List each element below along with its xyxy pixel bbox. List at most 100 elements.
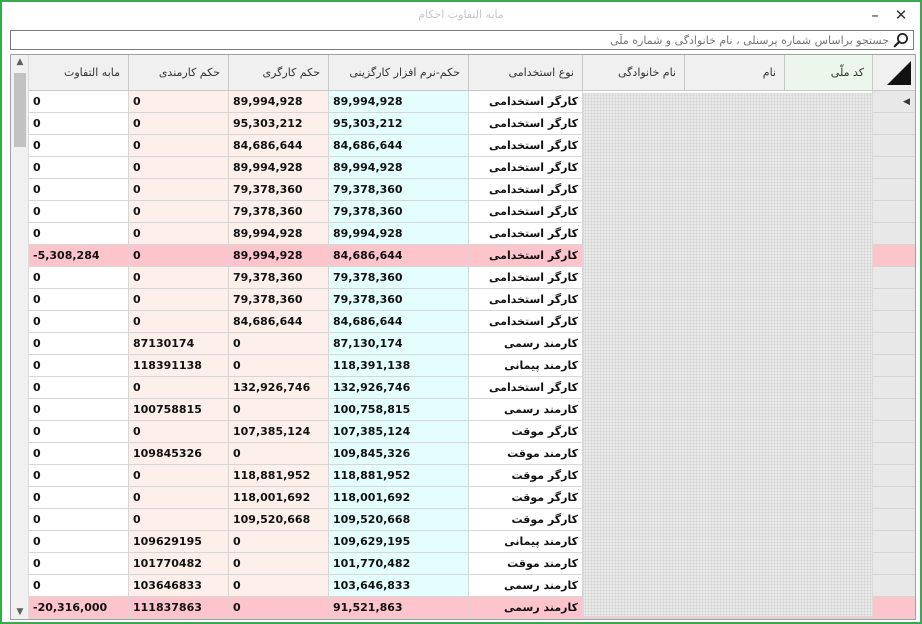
cell-software-ruling[interactable]: 95,303,212 <box>329 113 469 135</box>
cell-software-ruling[interactable]: 79,378,360 <box>329 267 469 289</box>
column-header-worker-ruling[interactable]: حکم کارگری <box>229 55 329 91</box>
row-header[interactable] <box>873 113 915 135</box>
cell-worker-ruling[interactable]: 79,378,360 <box>229 267 329 289</box>
cell-employee-ruling[interactable]: 0 <box>129 311 229 333</box>
cell-software-ruling[interactable]: 79,378,360 <box>329 179 469 201</box>
cell-employment-type[interactable]: کارگر موقت <box>469 421 583 443</box>
cell-difference[interactable]: -20,316,000 <box>29 597 129 619</box>
cell-software-ruling[interactable]: 89,994,928 <box>329 157 469 179</box>
cell-employment-type[interactable]: کارگر استخدامی <box>469 311 583 333</box>
cell-employment-type[interactable]: کارمند موقت <box>469 443 583 465</box>
cell-software-ruling[interactable]: 107,385,124 <box>329 421 469 443</box>
cell-difference[interactable]: 0 <box>29 333 129 355</box>
search-input[interactable] <box>29 31 889 49</box>
cell-employment-type[interactable]: کارمند رسمی <box>469 575 583 597</box>
cell-employee-ruling[interactable]: 0 <box>129 201 229 223</box>
cell-employee-ruling[interactable]: 0 <box>129 465 229 487</box>
cell-difference[interactable]: 0 <box>29 443 129 465</box>
row-header[interactable] <box>873 443 915 465</box>
search-icon[interactable] <box>893 32 909 48</box>
cell-worker-ruling[interactable]: 118,001,692 <box>229 487 329 509</box>
cell-difference[interactable]: 0 <box>29 399 129 421</box>
cell-employee-ruling[interactable]: 0 <box>129 113 229 135</box>
row-header[interactable] <box>873 223 915 245</box>
cell-software-ruling[interactable]: 89,994,928 <box>329 91 469 113</box>
cell-worker-ruling[interactable]: 89,994,928 <box>229 223 329 245</box>
column-header-software-ruling[interactable]: حکم-نرم افزار کارگزینی <box>329 55 469 91</box>
vertical-scrollbar[interactable]: ▲ ▼ <box>11 55 29 619</box>
cell-worker-ruling[interactable]: 0 <box>229 531 329 553</box>
cell-worker-ruling[interactable]: 79,378,360 <box>229 289 329 311</box>
cell-difference[interactable]: 0 <box>29 531 129 553</box>
cell-worker-ruling[interactable]: 0 <box>229 355 329 377</box>
cell-employment-type[interactable]: کارگر استخدامی <box>469 157 583 179</box>
column-header-last-name[interactable]: نام خانوادگی <box>583 55 685 91</box>
cell-software-ruling[interactable]: 91,521,863 <box>329 597 469 619</box>
cell-software-ruling[interactable]: 109,520,668 <box>329 509 469 531</box>
row-header[interactable] <box>873 575 915 597</box>
row-header[interactable] <box>873 267 915 289</box>
cell-software-ruling[interactable]: 118,881,952 <box>329 465 469 487</box>
cell-software-ruling[interactable]: 89,994,928 <box>329 223 469 245</box>
cell-employee-ruling[interactable]: 111837863 <box>129 597 229 619</box>
cell-difference[interactable]: 0 <box>29 223 129 245</box>
column-header-first-name[interactable]: نام <box>685 55 785 91</box>
cell-worker-ruling[interactable]: 89,994,928 <box>229 157 329 179</box>
cell-software-ruling[interactable]: 100,758,815 <box>329 399 469 421</box>
cell-software-ruling[interactable]: 84,686,644 <box>329 245 469 267</box>
cell-difference[interactable]: 0 <box>29 201 129 223</box>
cell-worker-ruling[interactable]: 79,378,360 <box>229 179 329 201</box>
cell-difference[interactable]: 0 <box>29 509 129 531</box>
cell-employee-ruling[interactable]: 0 <box>129 179 229 201</box>
cell-software-ruling[interactable]: 103,646,833 <box>329 575 469 597</box>
cell-employment-type[interactable]: کارگر استخدامی <box>469 201 583 223</box>
row-header[interactable] <box>873 333 915 355</box>
row-header[interactable] <box>873 355 915 377</box>
cell-worker-ruling[interactable]: 79,378,360 <box>229 201 329 223</box>
cell-employee-ruling[interactable]: 118391138 <box>129 355 229 377</box>
cell-employee-ruling[interactable]: 101770482 <box>129 553 229 575</box>
column-header-national-code[interactable]: کد ملّی <box>785 55 873 91</box>
select-all-corner[interactable] <box>873 55 915 91</box>
cell-employee-ruling[interactable]: 0 <box>129 487 229 509</box>
cell-software-ruling[interactable]: 84,686,644 <box>329 135 469 157</box>
cell-employee-ruling[interactable]: 87130174 <box>129 333 229 355</box>
close-icon[interactable]: ✕ <box>890 4 912 26</box>
cell-employment-type[interactable]: کارمند رسمی <box>469 399 583 421</box>
cell-worker-ruling[interactable]: 0 <box>229 399 329 421</box>
cell-employee-ruling[interactable]: 100758815 <box>129 399 229 421</box>
column-header-difference[interactable]: مابه التفاوت <box>29 55 129 91</box>
cell-difference[interactable]: 0 <box>29 91 129 113</box>
cell-difference[interactable]: 0 <box>29 465 129 487</box>
cell-difference[interactable]: 0 <box>29 157 129 179</box>
column-header-employee-ruling[interactable]: حکم کارمندی <box>129 55 229 91</box>
cell-employment-type[interactable]: کارمند رسمی <box>469 333 583 355</box>
cell-difference[interactable]: 0 <box>29 179 129 201</box>
cell-worker-ruling[interactable]: 84,686,644 <box>229 135 329 157</box>
row-header[interactable] <box>873 509 915 531</box>
cell-software-ruling[interactable]: 109,629,195 <box>329 531 469 553</box>
cell-employment-type[interactable]: کارگر استخدامی <box>469 223 583 245</box>
cell-software-ruling[interactable]: 87,130,174 <box>329 333 469 355</box>
scroll-up-icon[interactable]: ▲ <box>11 55 29 69</box>
cell-employee-ruling[interactable]: 0 <box>129 421 229 443</box>
title-bar[interactable]: مابه التفاوت احکام – ✕ <box>2 2 920 28</box>
cell-employment-type[interactable]: کارگر موقت <box>469 509 583 531</box>
cell-worker-ruling[interactable]: 107,385,124 <box>229 421 329 443</box>
cell-worker-ruling[interactable]: 89,994,928 <box>229 245 329 267</box>
cell-employee-ruling[interactable]: 0 <box>129 289 229 311</box>
cell-employment-type[interactable]: کارگر موقت <box>469 487 583 509</box>
row-header[interactable] <box>873 597 915 619</box>
cell-employment-type[interactable]: کارمند موقت <box>469 553 583 575</box>
cell-software-ruling[interactable]: 79,378,360 <box>329 289 469 311</box>
cell-difference[interactable]: 0 <box>29 421 129 443</box>
scroll-down-icon[interactable]: ▼ <box>11 605 29 619</box>
cell-difference[interactable]: 0 <box>29 289 129 311</box>
cell-software-ruling[interactable]: 109,845,326 <box>329 443 469 465</box>
cell-employment-type[interactable]: کارگر استخدامی <box>469 377 583 399</box>
row-header[interactable] <box>873 157 915 179</box>
cell-employee-ruling[interactable]: 109629195 <box>129 531 229 553</box>
cell-software-ruling[interactable]: 132,926,746 <box>329 377 469 399</box>
row-header[interactable] <box>873 553 915 575</box>
row-header[interactable] <box>873 135 915 157</box>
